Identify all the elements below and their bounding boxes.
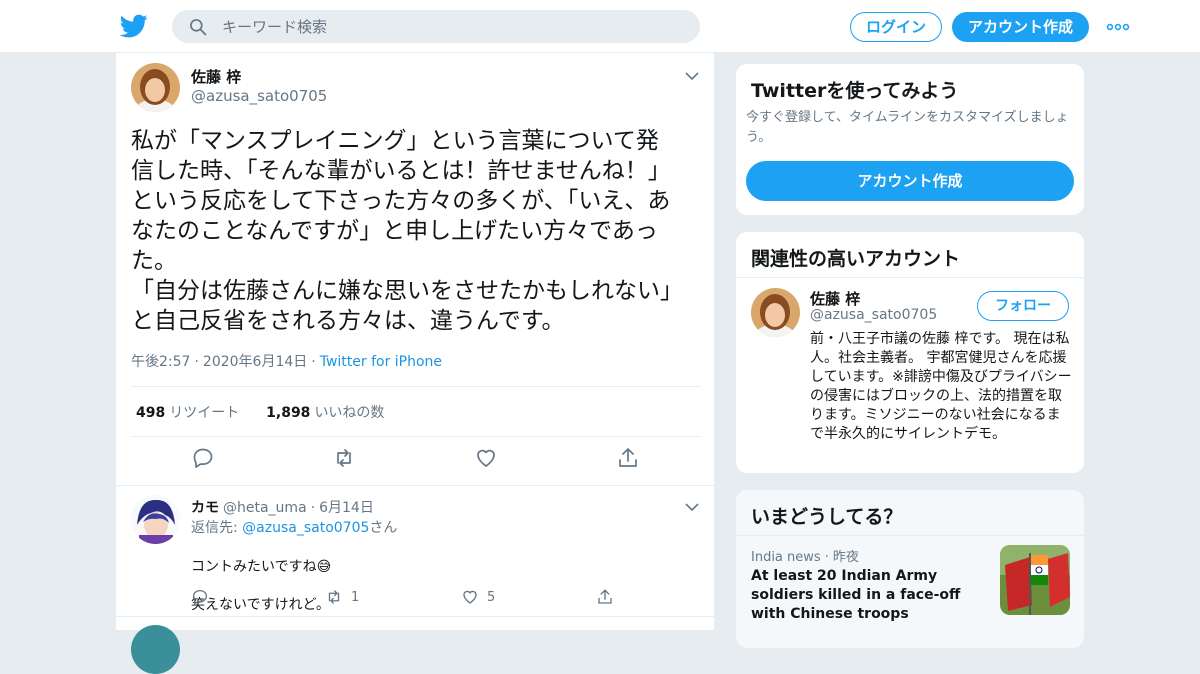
tweet-line: という反応をして下さった方々の多くが、「いえ、あ xyxy=(131,188,671,214)
divider xyxy=(116,485,716,486)
reply-to-prefix: 返信先: xyxy=(191,520,243,536)
divider xyxy=(131,386,701,387)
like-stat[interactable]: 1,898 いいねの数 xyxy=(266,405,384,421)
signup-promo-card: Twitterを使ってみよう 今すぐ登録して、タイムラインをカスタマイズしましょ… xyxy=(735,63,1085,216)
retweet-count: 498 xyxy=(136,405,166,421)
related-account-bio: 前・八王子市議の佐藤 梓です。 現在は私人。社会主義者。 宇都宮健児さんを応援し… xyxy=(810,331,1072,442)
top-bar: ログイン アカウント作成 xyxy=(0,0,1200,53)
divider xyxy=(116,616,716,617)
tweet-metadata: 午後2:57 · 2020年6月14日 · Twitter for iPhone xyxy=(131,354,443,370)
retweet-icon xyxy=(328,590,340,604)
related-account-handle[interactable]: @azusa_sato0705 xyxy=(810,307,937,323)
tweet-line: 信した時、「そんな輩がいるとは！許せませんね！」 xyxy=(131,158,671,184)
search-icon xyxy=(190,19,207,36)
trend-thumbnail[interactable] xyxy=(1000,545,1070,615)
tweet-line: と自己反省をされる方々は、違うんです。 xyxy=(131,308,565,334)
tweet-source-link[interactable]: Twitter for iPhone xyxy=(320,354,442,370)
share-icon xyxy=(598,589,612,604)
more-options-icon[interactable] xyxy=(1106,17,1130,37)
reply-icon xyxy=(192,589,208,605)
related-account-photo-icon xyxy=(751,288,800,337)
like-count: 1,898 xyxy=(266,405,311,421)
reply-display-name[interactable]: カモ xyxy=(191,500,219,516)
tweet-text: 私が「マンスプレイニング」という言葉について発 信した時、「そんな輩がいるとは！… xyxy=(131,126,701,336)
signup-promo-button[interactable]: アカウント作成 xyxy=(746,161,1074,201)
reply-like-count: 5 xyxy=(487,589,496,605)
tweet-actions xyxy=(116,446,716,476)
trend-meta: India news · 昨夜 xyxy=(751,550,859,565)
reply-retweet-count: 1 xyxy=(351,589,360,605)
tweet-time[interactable]: 午後2:57 xyxy=(131,354,190,370)
reply-reply-button[interactable] xyxy=(191,587,209,607)
tweet-line: 「自分は佐藤さんに嫌な思いをさせたかもしれない」 xyxy=(131,278,683,304)
share-icon[interactable] xyxy=(616,446,640,470)
reply-share-button[interactable] xyxy=(596,587,614,607)
next-reply-avatar[interactable] xyxy=(131,625,180,674)
login-button[interactable]: ログイン xyxy=(850,12,942,42)
reply-text-line: コントみたいですね😅 xyxy=(191,559,332,575)
reply-retweet-button[interactable]: 1 xyxy=(325,587,359,607)
reply-avatar-picture-icon xyxy=(131,495,180,544)
flags-photo-icon xyxy=(1000,545,1070,615)
trends-title: いまどうしてる？ xyxy=(751,506,903,528)
author-photo-icon xyxy=(131,63,180,112)
reply-to-suffix: さん xyxy=(369,520,398,536)
like-heart-icon[interactable] xyxy=(474,446,498,470)
tweet-line: なたのことなんですが」と申し上げたい方々であっ xyxy=(131,218,658,244)
tweet-date[interactable]: 2020年6月14日 xyxy=(203,354,307,370)
signup-button[interactable]: アカウント作成 xyxy=(952,12,1089,42)
tweet-column: 佐藤 梓 @azusa_sato0705 私が「マンスプレイニング」という言葉に… xyxy=(115,53,716,674)
reply-to-line: 返信先: @azusa_sato0705さん xyxy=(191,517,397,537)
related-accounts-title: 関連性の高いアカウント xyxy=(751,248,961,270)
author-avatar[interactable] xyxy=(131,63,180,112)
trend-time: 昨夜 xyxy=(832,550,859,565)
divider xyxy=(736,535,1084,536)
retweet-icon[interactable] xyxy=(332,446,356,470)
like-heart-icon xyxy=(463,590,477,604)
trends-card: いまどうしてる？ India news · 昨夜 At least 20 India… xyxy=(735,489,1085,649)
trend-source: India news xyxy=(751,550,821,565)
reply-handle[interactable]: @heta_uma xyxy=(223,500,307,516)
divider xyxy=(736,277,1084,278)
reply-like-button[interactable]: 5 xyxy=(461,587,495,607)
retweet-stat[interactable]: 498 リツイート xyxy=(136,405,239,421)
chevron-down-icon[interactable] xyxy=(685,502,699,512)
reply-icon[interactable] xyxy=(191,446,215,470)
trend-headline[interactable]: At least 20 Indian Army soldiers killed … xyxy=(751,567,981,624)
reply-author-avatar[interactable] xyxy=(131,495,180,544)
author-display-name[interactable]: 佐藤 梓 xyxy=(191,66,241,87)
tweet-line: た。 xyxy=(131,248,177,274)
retweet-stat-label: リツイート xyxy=(169,405,240,421)
tweet-line: 私が「マンスプレイニング」という言葉について発 xyxy=(131,128,659,154)
related-account-avatar[interactable] xyxy=(751,288,800,337)
tweet-stats: 498 リツイート 1,898 いいねの数 xyxy=(136,402,384,422)
author-handle[interactable]: @azusa_sato0705 xyxy=(191,87,327,105)
search-box[interactable] xyxy=(172,10,700,43)
reply-to-handle-link[interactable]: @azusa_sato0705 xyxy=(242,520,369,536)
related-account-name[interactable]: 佐藤 梓 xyxy=(810,288,860,309)
twitter-bird-logo-icon[interactable] xyxy=(120,12,148,40)
follow-button[interactable]: フォロー xyxy=(977,291,1069,321)
reply-actions: 1 5 xyxy=(191,587,631,607)
like-stat-label: いいねの数 xyxy=(314,405,385,421)
signup-promo-title: Twitterを使ってみよう xyxy=(751,80,959,102)
signup-promo-description: 今すぐ登録して、タイムラインをカスタマイズしましょう。 xyxy=(746,110,1069,145)
chevron-down-icon[interactable] xyxy=(685,71,699,81)
search-input[interactable] xyxy=(222,10,682,43)
divider xyxy=(131,436,701,437)
related-accounts-card: 関連性の高いアカウント 佐藤 梓 @azusa_sato0705 フォロー 前・… xyxy=(735,231,1085,474)
reply-header: カモ @heta_uma · 6月14日 xyxy=(191,500,374,516)
reply-date[interactable]: 6月14日 xyxy=(319,500,374,516)
